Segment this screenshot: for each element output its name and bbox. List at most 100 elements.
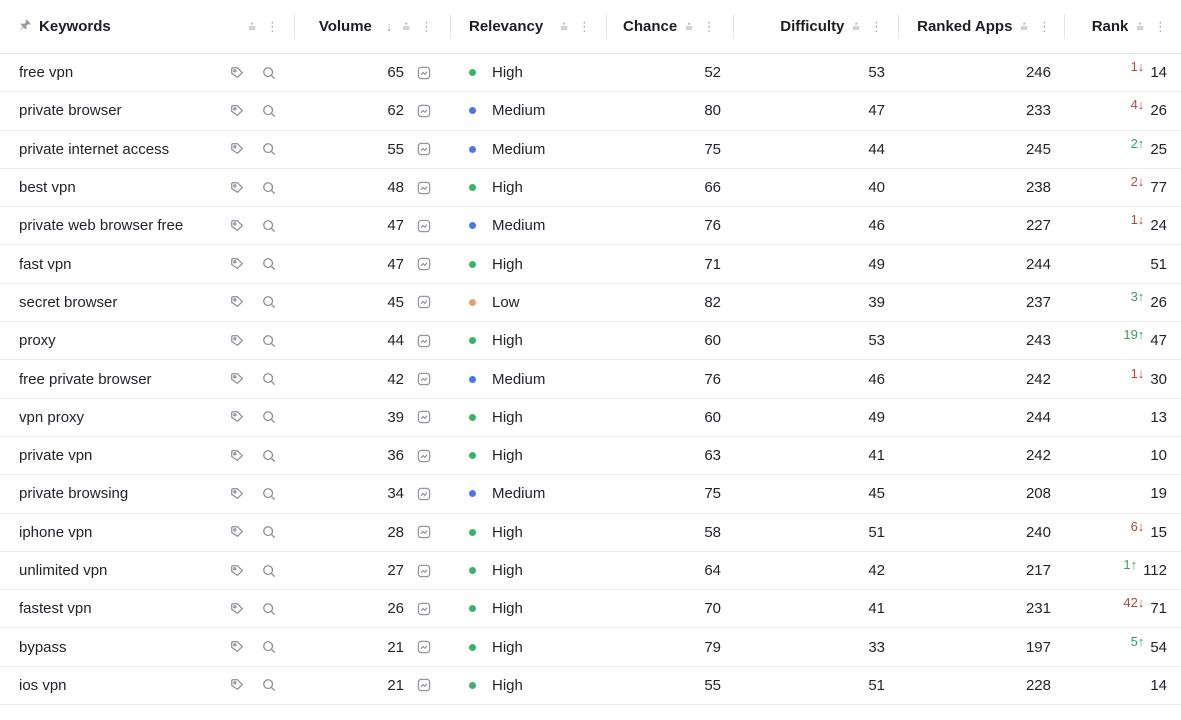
table-row[interactable]: private vpn 36 High 63 41 242 10	[0, 437, 1181, 476]
search-icon[interactable]	[261, 677, 277, 693]
table-row[interactable]: proxy 44 High 60 53 243 19↑ 47	[0, 322, 1181, 361]
column-header-ranked-apps[interactable]: Ranked Apps ⩮ ⋮	[899, 0, 1065, 53]
more-vertical-icon[interactable]: ⋮	[703, 19, 716, 35]
filter-icon[interactable]: ⩮	[685, 19, 693, 35]
search-icon[interactable]	[261, 218, 277, 234]
search-icon[interactable]	[261, 601, 277, 617]
tag-icon[interactable]	[229, 256, 245, 272]
table-row[interactable]: private web browser free 47 Medium 76 46…	[0, 207, 1181, 246]
trend-chart-icon[interactable]	[416, 218, 432, 234]
search-icon[interactable]	[261, 294, 277, 310]
tag-icon[interactable]	[229, 601, 245, 617]
search-icon[interactable]	[261, 333, 277, 349]
search-icon[interactable]	[261, 180, 277, 196]
filter-icon[interactable]: ⩮	[402, 19, 410, 35]
table-row[interactable]: secret browser 45 Low 82 39 237 3↑ 26	[0, 284, 1181, 323]
tag-icon[interactable]	[229, 141, 245, 157]
tag-icon[interactable]	[229, 409, 245, 425]
more-vertical-icon[interactable]: ⋮	[266, 19, 279, 35]
trend-chart-icon[interactable]	[416, 333, 432, 349]
rank-value: 112	[1143, 562, 1167, 579]
trend-chart-icon[interactable]	[416, 65, 432, 81]
tag-icon[interactable]	[229, 677, 245, 693]
trend-chart-icon[interactable]	[416, 524, 432, 540]
tag-icon[interactable]	[229, 486, 245, 502]
table-row[interactable]: fastest vpn 26 High 70 41 231 42↓ 71	[0, 590, 1181, 629]
trend-chart-icon[interactable]	[416, 103, 432, 119]
search-icon[interactable]	[261, 524, 277, 540]
keyword-text: private browser	[19, 102, 122, 120]
keyword-text: proxy	[19, 332, 56, 350]
filter-icon[interactable]: ⩮	[248, 19, 256, 35]
rank-value: 30	[1150, 370, 1167, 388]
trend-chart-icon[interactable]	[416, 294, 432, 310]
table-row[interactable]: fast vpn 47 High 71 49 244 51	[0, 245, 1181, 284]
table-row[interactable]: vpn proxy 39 High 60 49 244 13	[0, 399, 1181, 437]
column-header-difficulty[interactable]: Difficulty ⩮ ⋮	[734, 0, 899, 53]
table-row[interactable]: unlimited vpn 27 High 64 42 217 1↑ 112	[0, 552, 1181, 591]
column-header-relevancy[interactable]: Relevancy ⩮ ⋮	[451, 0, 607, 53]
volume-cell: 21	[295, 628, 451, 665]
chance-value: 76	[704, 217, 721, 235]
chance-value: 75	[704, 140, 721, 158]
search-icon[interactable]	[261, 448, 277, 464]
search-icon[interactable]	[261, 486, 277, 502]
table-row[interactable]: best vpn 48 High 66 40 238 2↓ 77	[0, 169, 1181, 208]
table-row[interactable]: free private browser 42 Medium 76 46 242…	[0, 360, 1181, 399]
relevancy-value: High	[492, 638, 523, 656]
search-icon[interactable]	[261, 409, 277, 425]
trend-chart-icon[interactable]	[416, 141, 432, 157]
table-row[interactable]: bypass 21 High 79 33 197 5↑ 54	[0, 628, 1181, 667]
table-row[interactable]: free vpn 65 High 52 53 246 1↓ 14	[0, 54, 1181, 93]
tag-icon[interactable]	[229, 180, 245, 196]
search-icon[interactable]	[261, 256, 277, 272]
sort-down-arrow-icon[interactable]: ↓	[386, 19, 393, 35]
tag-icon[interactable]	[229, 218, 245, 234]
tag-icon[interactable]	[229, 103, 245, 119]
table-row[interactable]: private browsing 34 Medium 75 45 208 19	[0, 475, 1181, 514]
table-row[interactable]: private internet access 55 Medium 75 44 …	[0, 131, 1181, 169]
trend-chart-icon[interactable]	[416, 639, 432, 655]
tag-icon[interactable]	[229, 639, 245, 655]
search-icon[interactable]	[261, 371, 277, 387]
trend-chart-icon[interactable]	[416, 180, 432, 196]
tag-icon[interactable]	[229, 294, 245, 310]
rank-value: 54	[1150, 638, 1167, 656]
trend-chart-icon[interactable]	[416, 256, 432, 272]
filter-icon[interactable]: ⩮	[560, 19, 568, 35]
filter-icon[interactable]: ⩮	[852, 19, 860, 35]
filter-icon[interactable]: ⩮	[1020, 19, 1028, 35]
trend-chart-icon[interactable]	[416, 409, 432, 425]
more-vertical-icon[interactable]: ⋮	[1038, 19, 1051, 35]
table-row[interactable]: iphone vpn 28 High 58 51 240 6↓ 15	[0, 514, 1181, 552]
column-header-chance[interactable]: Chance ⩮ ⋮	[607, 0, 734, 53]
trend-chart-icon[interactable]	[416, 371, 432, 387]
tag-icon[interactable]	[229, 333, 245, 349]
tag-icon[interactable]	[229, 524, 245, 540]
trend-chart-icon[interactable]	[416, 448, 432, 464]
trend-chart-icon[interactable]	[416, 563, 432, 579]
trend-chart-icon[interactable]	[416, 677, 432, 693]
column-header-keywords[interactable]: 🖈 Keywords ⩮ ⋮	[0, 0, 295, 53]
more-vertical-icon[interactable]: ⋮	[1154, 19, 1167, 35]
search-icon[interactable]	[261, 103, 277, 119]
trend-chart-icon[interactable]	[416, 601, 432, 617]
column-header-rank[interactable]: Rank ⩮ ⋮	[1065, 0, 1181, 53]
more-vertical-icon[interactable]: ⋮	[578, 19, 591, 35]
trend-chart-icon[interactable]	[416, 486, 432, 502]
more-vertical-icon[interactable]: ⋮	[420, 19, 433, 35]
table-row[interactable]: ios vpn 21 High 55 51 228 14	[0, 667, 1181, 706]
tag-icon[interactable]	[229, 371, 245, 387]
table-row[interactable]: private browser 62 Medium 80 47 233 4↓ 2…	[0, 92, 1181, 131]
column-header-volume[interactable]: Volume ↓ ⩮ ⋮	[295, 0, 451, 53]
tag-icon[interactable]	[229, 563, 245, 579]
more-vertical-icon[interactable]: ⋮	[870, 19, 883, 35]
filter-icon[interactable]: ⩮	[1136, 19, 1144, 35]
search-icon[interactable]	[261, 639, 277, 655]
tag-icon[interactable]	[229, 448, 245, 464]
tag-icon[interactable]	[229, 65, 245, 81]
search-icon[interactable]	[261, 563, 277, 579]
search-icon[interactable]	[261, 141, 277, 157]
search-icon[interactable]	[261, 65, 277, 81]
pin-icon[interactable]: 🖈	[19, 16, 31, 38]
